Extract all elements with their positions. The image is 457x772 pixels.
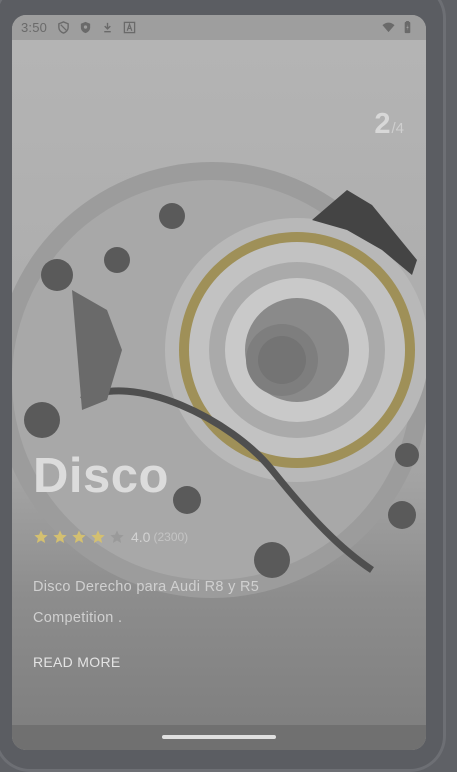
star-empty-icon (110, 530, 124, 543)
a-box-icon (123, 21, 136, 34)
status-icons (57, 21, 136, 34)
status-bar: 3:50 (12, 15, 426, 40)
wifi-icon (382, 22, 395, 33)
star-filled-icon (72, 530, 86, 543)
carousel-total: /4 (391, 120, 404, 137)
product-hero[interactable]: 2 /4 (12, 40, 426, 750)
product-description: Disco Derecho para Audi R8 y R5 Competit… (33, 579, 260, 626)
star-filled-icon (53, 530, 67, 543)
download-icon (104, 22, 111, 33)
shield-outline-icon (58, 21, 69, 34)
status-time: 3:50 (21, 20, 48, 35)
shield-filled-icon (80, 21, 91, 34)
navigation-bar (12, 725, 426, 750)
status-right-icons (382, 21, 414, 34)
star-filled-icon (34, 530, 48, 543)
star-filled-icon (91, 530, 105, 543)
rating-count: (2300) (153, 530, 189, 544)
product-rating: 4.0 (2300) (33, 529, 188, 545)
rating-stars (33, 529, 125, 545)
read-more-button[interactable]: READ MORE (33, 654, 121, 670)
carousel-current: 2 (374, 108, 391, 140)
product-title: Disco (33, 449, 169, 503)
home-gesture-handle[interactable] (162, 735, 276, 739)
carousel-counter: 2 /4 (374, 108, 404, 141)
phone-screen: 3:50 2 /4 Disco 4.0 (2300) Disco Derecho… (12, 15, 426, 750)
rating-value: 4.0 (131, 529, 151, 545)
battery-icon (404, 21, 411, 34)
